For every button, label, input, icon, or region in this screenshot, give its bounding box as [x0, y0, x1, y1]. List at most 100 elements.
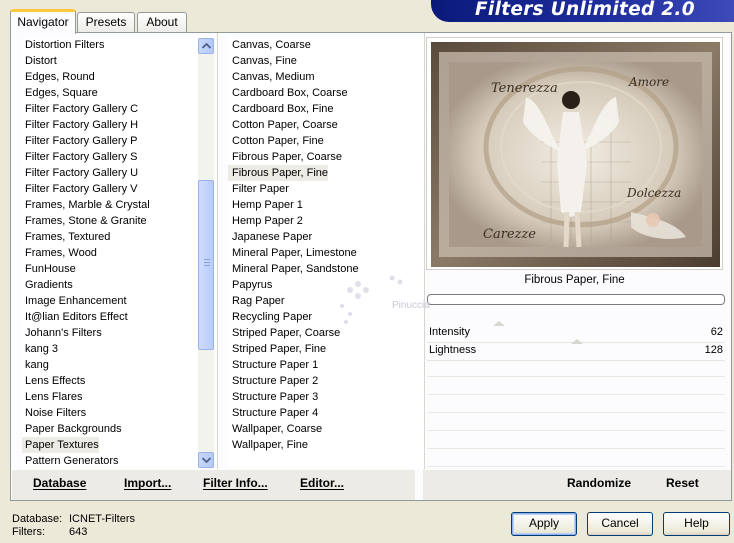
slider-empty-row	[427, 397, 725, 413]
slider-thumb[interactable]	[570, 339, 583, 344]
list-item[interactable]: Cotton Paper, Fine	[228, 133, 324, 149]
list-item[interactable]: It@lian Editors Effect	[22, 309, 128, 325]
list-item[interactable]: Structure Paper 4	[228, 405, 318, 421]
import-button[interactable]: Import...	[124, 476, 171, 490]
list-item[interactable]: Filter Factory Gallery V	[22, 181, 137, 197]
list-item[interactable]: Cardboard Box, Coarse	[228, 85, 348, 101]
list-item[interactable]: Distortion Filters	[22, 37, 104, 53]
list-item[interactable]: Pattern Generators	[22, 453, 119, 469]
list-item[interactable]: Distort	[22, 53, 57, 69]
status-filters-label: Filters:	[12, 526, 45, 538]
list-item[interactable]: Edges, Square	[22, 85, 98, 101]
list-item[interactable]: Wallpaper, Coarse	[228, 421, 322, 437]
tab-about[interactable]: About	[137, 12, 187, 33]
list-item[interactable]: Rag Paper	[228, 293, 285, 309]
preview-image: Tenerezza Amore Dolcezza Carezze	[431, 42, 720, 267]
list-item[interactable]: Striped Paper, Fine	[228, 341, 326, 357]
list-item[interactable]: Frames, Marble & Crystal	[22, 197, 150, 213]
randomize-button[interactable]: Randomize	[567, 476, 631, 490]
slider-value: 128	[704, 344, 723, 356]
app-title: Filters Unlimited 2.0	[475, 0, 695, 20]
list-item[interactable]: Edges, Round	[22, 69, 95, 85]
list-item[interactable]: Lens Flares	[22, 389, 82, 405]
list-item[interactable]: Japanese Paper	[228, 229, 312, 245]
list-item[interactable]: Mineral Paper, Limestone	[228, 245, 357, 261]
list-divider	[424, 33, 425, 469]
slider-value: 62	[710, 326, 723, 338]
watermark: Pinuccia	[330, 270, 430, 333]
tab-navigator[interactable]: Navigator	[10, 9, 76, 34]
help-button[interactable]: Help	[663, 512, 730, 536]
cancel-button[interactable]: Cancel	[587, 512, 653, 536]
list-item[interactable]: kang 3	[22, 341, 58, 357]
list-item[interactable]: Cardboard Box, Fine	[228, 101, 334, 117]
list-item[interactable]: Wallpaper, Fine	[228, 437, 308, 453]
tab-presets[interactable]: Presets	[77, 12, 135, 33]
slider-lightness[interactable]: Lightness 128	[427, 339, 725, 361]
category-list[interactable]: Distortion Filters Distort Edges, Round Edg…	[22, 37, 206, 469]
status-database-label: Database:	[12, 513, 63, 525]
list-item[interactable]: Fibrous Paper, Coarse	[228, 149, 342, 165]
filter-info-button[interactable]: Filter Info...	[203, 476, 268, 490]
preview-text-carezze: Carezze	[483, 227, 536, 242]
preview-frame: Tenerezza Amore Dolcezza Carezze	[426, 37, 723, 270]
filter-list[interactable]: Canvas, Coarse Canvas, Fine Canvas, Medium…	[228, 37, 424, 469]
list-item[interactable]: Lens Effects	[22, 373, 85, 389]
chevron-up-icon	[201, 43, 211, 49]
list-item[interactable]: Structure Paper 3	[228, 389, 318, 405]
list-item[interactable]: Filter Factory Gallery P	[22, 133, 137, 149]
list-item[interactable]: Paper Textures	[22, 437, 99, 453]
list-divider	[217, 33, 218, 469]
status-filters: Filters: 643	[12, 526, 87, 538]
list-item[interactable]: Image Enhancement	[22, 293, 127, 309]
list-item[interactable]: Canvas, Fine	[228, 53, 297, 69]
list-item[interactable]: Filter Factory Gallery H	[22, 117, 138, 133]
list-item[interactable]: FunHouse	[22, 261, 76, 277]
category-scrollbar[interactable]	[198, 38, 214, 468]
status-database-value: ICNET-Filters	[69, 513, 135, 525]
slider-label: Intensity	[429, 326, 470, 338]
list-item[interactable]: Striped Paper, Coarse	[228, 325, 340, 341]
list-item[interactable]: Hemp Paper 1	[228, 197, 303, 213]
scroll-thumb[interactable]	[198, 180, 214, 350]
list-item[interactable]: Filter Factory Gallery U	[22, 165, 138, 181]
list-item[interactable]: Johann's Filters	[22, 325, 102, 341]
list-item[interactable]: Structure Paper 2	[228, 373, 318, 389]
list-item[interactable]: Frames, Textured	[22, 229, 110, 245]
chevron-down-icon	[201, 457, 211, 463]
list-item[interactable]: Filter Factory Gallery S	[22, 149, 137, 165]
database-button[interactable]: Database	[33, 476, 86, 490]
list-item[interactable]: Frames, Wood	[22, 245, 97, 261]
watermark-text: Pinuccia	[392, 300, 430, 311]
list-item[interactable]: Canvas, Medium	[228, 69, 315, 85]
list-item[interactable]: Cotton Paper, Coarse	[228, 117, 338, 133]
list-item[interactable]: Hemp Paper 2	[228, 213, 303, 229]
list-item[interactable]: Gradients	[22, 277, 73, 293]
list-item[interactable]: Canvas, Coarse	[228, 37, 311, 53]
list-item[interactable]: Recycling Paper	[228, 309, 312, 325]
slider-empty-row	[427, 415, 725, 431]
reset-button[interactable]: Reset	[666, 476, 699, 490]
navigator-panel: Distortion Filters Distort Edges, Round Edg…	[10, 32, 732, 501]
preview-text-amore: Amore	[628, 75, 669, 89]
status-filters-value: 643	[69, 526, 88, 538]
list-item[interactable]: Fibrous Paper, Fine	[228, 165, 328, 181]
preview-text-tenerezza: Tenerezza	[491, 81, 558, 96]
slider-label: Lightness	[429, 344, 477, 356]
list-item[interactable]: Frames, Stone & Granite	[22, 213, 147, 229]
list-item[interactable]: Filter Paper	[228, 181, 289, 197]
progress-bar	[427, 294, 725, 305]
selected-filter-name: Fibrous Paper, Fine	[524, 274, 625, 286]
list-item[interactable]: Paper Backgrounds	[22, 421, 122, 437]
editor-button[interactable]: Editor...	[300, 476, 344, 490]
list-item[interactable]: Structure Paper 1	[228, 357, 318, 373]
list-item[interactable]: Filter Factory Gallery C	[22, 101, 138, 117]
list-item[interactable]: kang	[22, 357, 49, 373]
slider-thumb[interactable]	[493, 321, 506, 326]
apply-button[interactable]: Apply	[511, 512, 577, 536]
scroll-down-button[interactable]	[198, 452, 214, 468]
list-item[interactable]: Papyrus	[228, 277, 272, 293]
scroll-up-button[interactable]	[198, 38, 214, 54]
preview-text-dolcezza: Dolcezza	[626, 186, 681, 200]
list-item[interactable]: Noise Filters	[22, 405, 86, 421]
